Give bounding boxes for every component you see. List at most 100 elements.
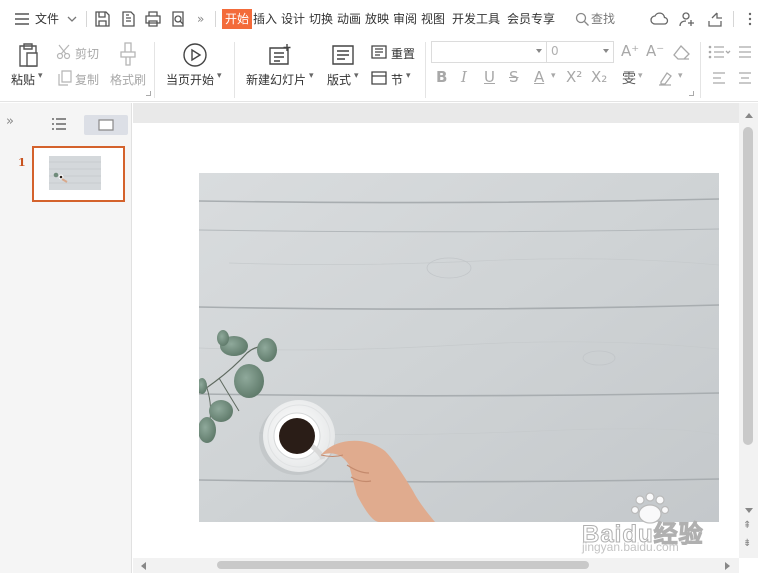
tab-home[interactable]: 开始	[222, 9, 253, 29]
highlight-icon[interactable]	[656, 70, 676, 86]
tab-animations[interactable]: 动画	[337, 9, 361, 29]
section-button[interactable]: 节	[391, 71, 403, 88]
new-slide-button[interactable]: 新建幻灯片	[246, 71, 306, 88]
coffee-photo-image	[199, 173, 719, 522]
underline-icon[interactable]: U	[484, 68, 495, 86]
clipboard-launcher-icon[interactable]	[146, 91, 151, 96]
slide-number: 1	[18, 156, 26, 169]
reset-icon[interactable]	[370, 44, 388, 60]
slide-editing-area[interactable]	[133, 103, 739, 558]
line-spacing-icon[interactable]	[737, 44, 753, 60]
scroll-down-icon[interactable]	[745, 508, 753, 513]
coffee-desk-photo[interactable]	[199, 173, 719, 522]
paste-dropdown-icon[interactable]: ▾	[38, 71, 43, 81]
font-launcher-icon[interactable]	[689, 91, 694, 96]
tab-developer[interactable]: 开发工具	[452, 9, 500, 29]
file-menu[interactable]: 文件	[35, 9, 59, 29]
new-slide-icon[interactable]	[267, 42, 293, 68]
font-color-dropdown-icon[interactable]: ▾	[551, 71, 556, 81]
tab-design[interactable]: 设计	[281, 9, 305, 29]
layout-button[interactable]: 版式	[327, 71, 351, 88]
slide-thumbnail-image	[34, 148, 123, 200]
slide-1[interactable]	[133, 123, 739, 558]
horizontal-scrollbar[interactable]	[133, 558, 739, 573]
vertical-scroll-thumb[interactable]	[743, 127, 753, 445]
divider	[234, 42, 235, 98]
clear-format-icon[interactable]	[673, 44, 691, 60]
bold-icon[interactable]: B	[436, 68, 447, 86]
chevron-down-icon	[536, 49, 542, 53]
bullet-list-icon[interactable]	[707, 44, 731, 60]
increase-font-icon[interactable]: A⁺	[621, 42, 639, 60]
scroll-left-icon[interactable]	[141, 562, 146, 570]
paste-icon[interactable]	[16, 42, 40, 68]
slide-view-toggle[interactable]	[84, 115, 128, 135]
cloud-sync-icon[interactable]	[650, 9, 670, 29]
superscript-icon[interactable]: X²	[566, 68, 582, 86]
slide-thumbnail-1[interactable]	[32, 146, 125, 202]
format-painter-button[interactable]: 格式刷	[110, 71, 146, 88]
horizontal-scroll-thumb[interactable]	[217, 561, 589, 569]
section-dropdown-icon[interactable]: ▾	[406, 71, 411, 81]
collapse-panel-icon[interactable]: »	[6, 114, 14, 129]
reset-button[interactable]: 重置	[391, 45, 415, 62]
ribbon-toolbar: 粘贴 ▾ 剪切 复制 格式刷 当页开始 ▾ 新建幻灯片 ▾ 版式 ▾ 重置 节 …	[0, 36, 758, 102]
section-icon[interactable]	[370, 70, 388, 86]
print-icon[interactable]	[143, 9, 163, 29]
slide-view-icon	[98, 119, 114, 131]
divider	[700, 42, 701, 98]
layout-dropdown-icon[interactable]: ▾	[354, 71, 359, 81]
outline-view-icon[interactable]	[51, 117, 67, 131]
more-options-icon[interactable]	[740, 9, 758, 29]
scissors-icon[interactable]	[56, 43, 74, 61]
more-tools-icon[interactable]: »	[197, 9, 204, 29]
scroll-up-icon[interactable]	[745, 113, 753, 118]
previous-slide-icon[interactable]: ⇞	[743, 521, 751, 531]
start-dropdown-icon[interactable]: ▾	[217, 71, 222, 81]
tab-view[interactable]: 视图	[421, 9, 445, 29]
vertical-scrollbar[interactable]: ⇞ ⇟	[739, 103, 758, 558]
strikethrough-icon[interactable]: S	[509, 68, 519, 86]
slide-thumbnail-panel: » 1	[0, 103, 132, 573]
font-color-icon[interactable]: A	[534, 68, 544, 86]
share-icon[interactable]	[705, 9, 725, 29]
play-from-current-icon[interactable]	[182, 42, 208, 68]
hamburger-menu-icon[interactable]	[12, 9, 32, 29]
divider	[86, 11, 87, 27]
chevron-down-icon	[603, 49, 609, 53]
tab-member[interactable]: 会员专享	[507, 9, 555, 29]
paste-button[interactable]: 粘贴	[11, 71, 35, 88]
copy-button[interactable]: 复制	[75, 71, 99, 88]
cut-button[interactable]: 剪切	[75, 45, 99, 62]
tab-transitions[interactable]: 切换	[309, 9, 333, 29]
tab-insert[interactable]: 插入	[253, 9, 277, 29]
font-name-select[interactable]	[431, 41, 547, 63]
phonetic-dropdown-icon[interactable]: ▾	[638, 71, 643, 81]
scroll-right-icon[interactable]	[725, 562, 730, 570]
print-preview-icon[interactable]	[168, 9, 188, 29]
format-painter-icon[interactable]	[117, 41, 139, 67]
font-size-select[interactable]: 0	[546, 41, 614, 63]
align-left-icon[interactable]	[711, 70, 727, 86]
italic-icon[interactable]: I	[461, 68, 467, 86]
phonetic-guide-icon[interactable]: 雯	[622, 68, 636, 88]
export-pdf-icon[interactable]	[118, 9, 138, 29]
search-icon[interactable]	[573, 9, 593, 29]
tab-slideshow[interactable]: 放映	[365, 9, 389, 29]
search-label[interactable]: 查找	[591, 9, 615, 29]
chevron-down-icon[interactable]	[62, 9, 82, 29]
next-slide-icon[interactable]: ⇟	[743, 539, 751, 549]
copy-icon[interactable]	[56, 69, 74, 87]
tab-review[interactable]: 审阅	[393, 9, 417, 29]
save-icon[interactable]	[92, 9, 112, 29]
highlight-dropdown-icon[interactable]: ▾	[678, 71, 683, 81]
decrease-font-icon[interactable]: A⁻	[646, 42, 664, 60]
align-center-icon[interactable]	[737, 70, 753, 86]
new-slide-dropdown-icon[interactable]: ▾	[309, 71, 314, 81]
divider	[154, 42, 155, 98]
menu-bar: 文件 » 开始 插入 设计 切换 动画 放映 审阅 视图 开发工具 会员专享 查…	[0, 0, 758, 36]
start-from-current-button[interactable]: 当页开始	[166, 71, 214, 88]
layout-icon[interactable]	[331, 44, 355, 66]
subscript-icon[interactable]: X₂	[591, 68, 607, 86]
collaborate-icon[interactable]	[677, 9, 697, 29]
